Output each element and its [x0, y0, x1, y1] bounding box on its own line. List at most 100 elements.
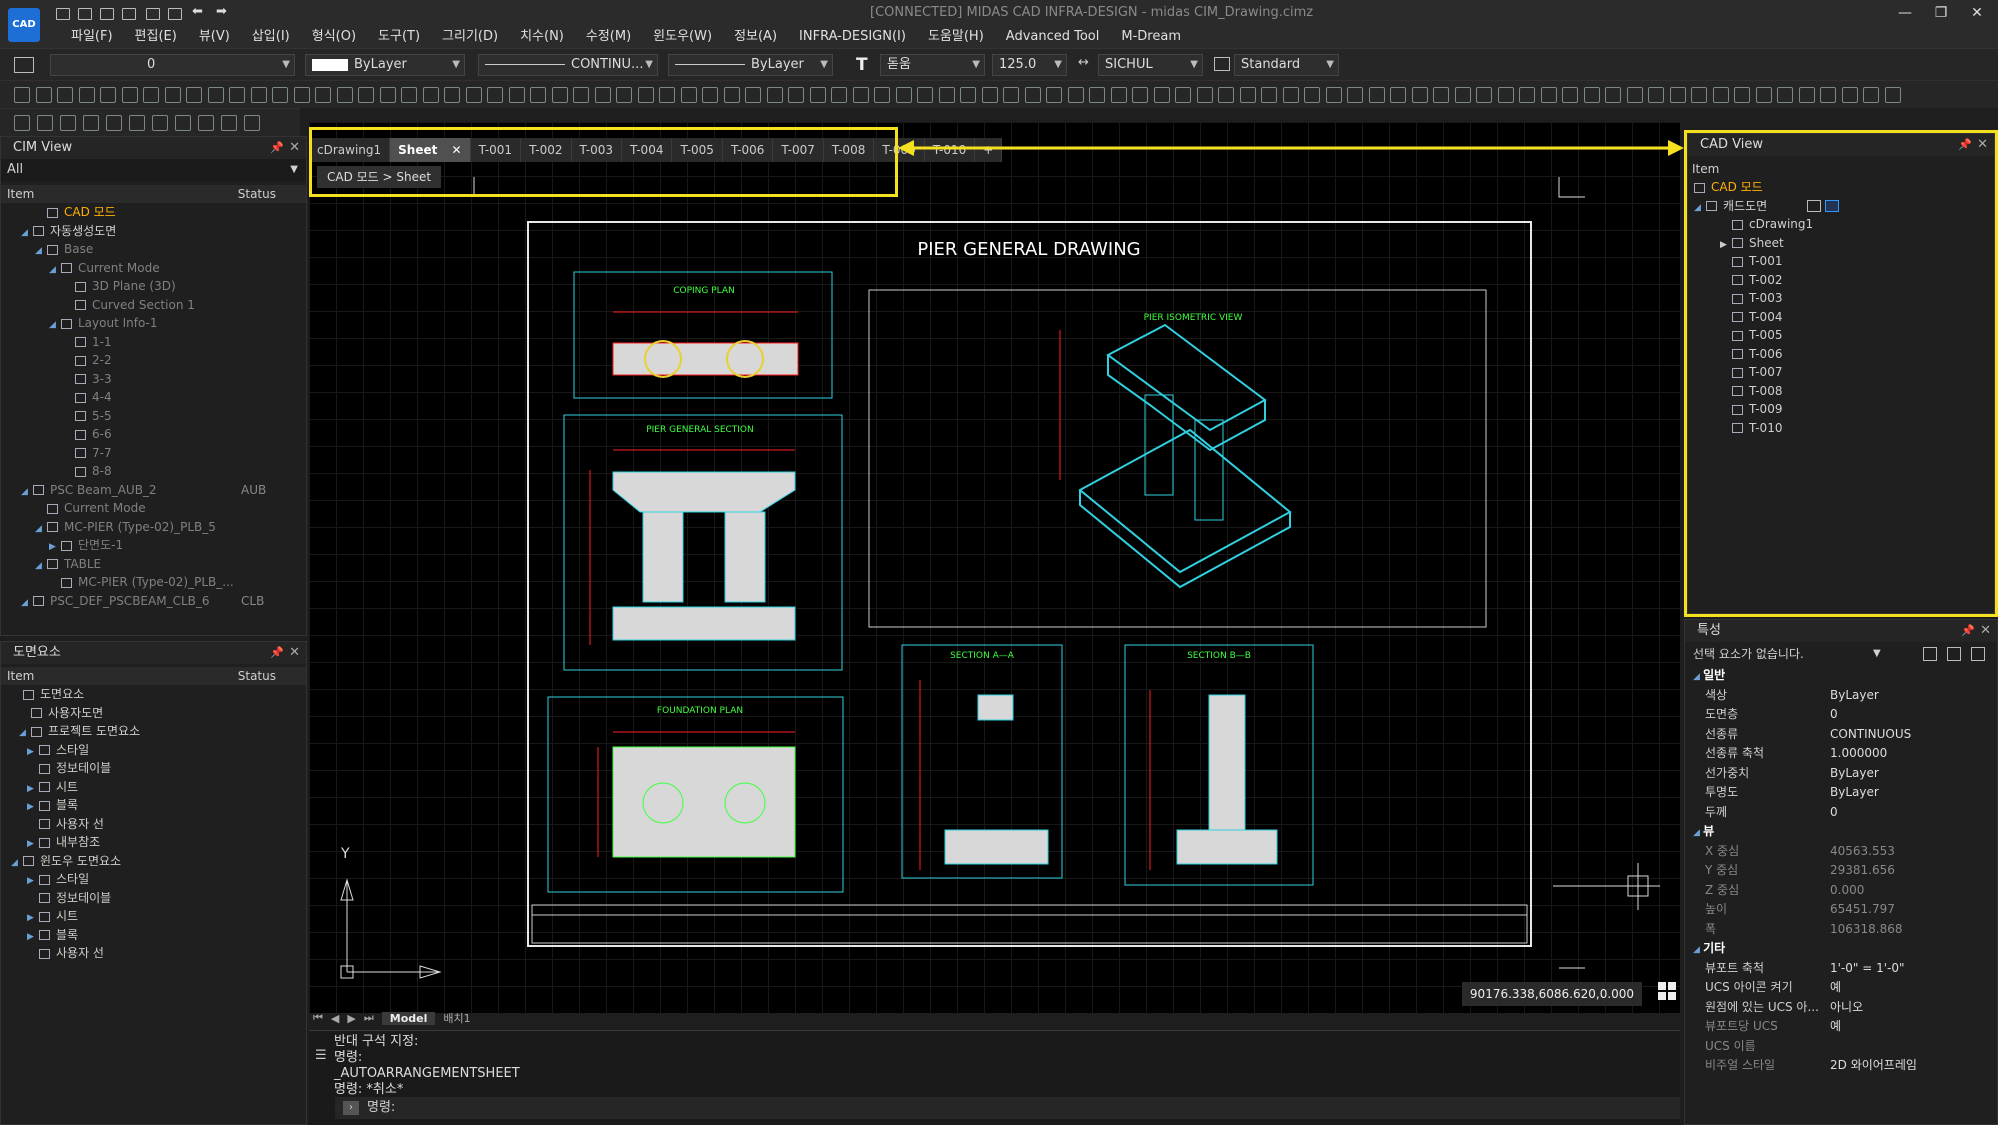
- toolbar-tool-icon[interactable]: [1368, 87, 1385, 103]
- menu-infra-design[interactable]: INFRA-DESIGN(I): [788, 26, 917, 48]
- tree-item[interactable]: T-008: [1688, 382, 1994, 401]
- prev-icon[interactable]: ◀: [331, 1012, 339, 1025]
- select-objects-icon[interactable]: [1947, 647, 1961, 661]
- close-icon[interactable]: ✕: [289, 137, 300, 159]
- toolbar-tool-icon[interactable]: [1476, 87, 1492, 103]
- tree-item[interactable]: T-006: [1688, 345, 1994, 364]
- menu-tools[interactable]: 도구(T): [367, 26, 431, 48]
- toolbar-tool-icon[interactable]: [37, 115, 53, 131]
- tab-model[interactable]: Model: [381, 1011, 436, 1025]
- property-row[interactable]: 원점에 있는 UCS 아... 아니오: [1685, 998, 1997, 1018]
- toolbar-tool-icon[interactable]: [831, 87, 847, 103]
- tree-item[interactable]: 정보테이블: [1, 759, 306, 778]
- toolbar-tool-icon[interactable]: [1669, 87, 1686, 103]
- table-style-combo[interactable]: Standard ▼: [1234, 54, 1339, 76]
- tree-item[interactable]: ◢ MC-PIER (Type-02)_PLB_5: [1, 518, 306, 537]
- toolbar-tool-icon[interactable]: [57, 87, 73, 103]
- command-menu-icon[interactable]: ☰: [315, 1048, 327, 1063]
- tree-item[interactable]: Current Mode: [1, 499, 306, 518]
- menu-insert[interactable]: 삽입(I): [241, 26, 301, 48]
- menu-advanced-tool[interactable]: Advanced Tool: [995, 26, 1111, 48]
- toolbar-tool-icon[interactable]: [121, 87, 138, 103]
- tree-item[interactable]: T-009: [1688, 400, 1994, 419]
- toolbar-tool-icon[interactable]: [702, 87, 718, 103]
- tree-item[interactable]: T-005: [1688, 326, 1994, 345]
- toolbar-tool-icon[interactable]: [379, 87, 396, 103]
- tree-item[interactable]: ◢ PSC Beam_AUB_2 AUB: [1, 481, 306, 500]
- toolbar-tool-icon[interactable]: [175, 115, 191, 131]
- tree-item-cad-mode[interactable]: CAD 모드: [1688, 178, 1994, 197]
- toolbar-tool-icon[interactable]: [106, 115, 122, 131]
- property-row[interactable]: X 중심 40563.553: [1685, 842, 1997, 862]
- toolbar-tool-icon[interactable]: [551, 87, 568, 103]
- property-section[interactable]: ◢ 뷰: [1685, 822, 1997, 842]
- toolbar-tool-icon[interactable]: [152, 115, 168, 131]
- pin-icon[interactable]: 📌: [270, 137, 284, 159]
- toolbar-tool-icon[interactable]: [1841, 87, 1858, 103]
- toolbar-tool-icon[interactable]: [1605, 87, 1621, 103]
- tree-item[interactable]: 7-7: [1, 444, 306, 463]
- property-row[interactable]: 선가중치 ByLayer: [1685, 764, 1997, 784]
- tree-item[interactable]: 6-6: [1, 425, 306, 444]
- print-icon[interactable]: [146, 8, 160, 20]
- toolbar-tool-icon[interactable]: [444, 87, 460, 103]
- view-mode-icon[interactable]: [1807, 200, 1822, 212]
- tab-layout1[interactable]: 배치1: [443, 1010, 470, 1026]
- tree-item[interactable]: ▶ 내부참조: [1, 833, 306, 852]
- tree-item[interactable]: 4-4: [1, 388, 306, 407]
- toolbar-tool-icon[interactable]: [637, 87, 654, 103]
- toolbar-tool-icon[interactable]: [1648, 87, 1664, 103]
- toolbar-tool-icon[interactable]: [207, 87, 224, 103]
- toolbar-tool-icon[interactable]: [221, 115, 237, 131]
- redo-icon[interactable]: ➡: [216, 4, 227, 19]
- layers-icon[interactable]: [14, 57, 34, 73]
- toolbar-tool-icon[interactable]: [1734, 87, 1750, 103]
- pin-icon[interactable]: 📌: [1961, 620, 1975, 642]
- tree-item[interactable]: ◢ Base: [1, 240, 306, 259]
- toolbar-tool-icon[interactable]: [1196, 87, 1213, 103]
- tree-item-cad-drawing[interactable]: ◢ 캐드도면: [1688, 197, 1994, 216]
- tree-item[interactable]: 도면요소: [1, 685, 306, 704]
- first-icon[interactable]: ⏮: [313, 1011, 323, 1025]
- toolbar-tool-icon[interactable]: [766, 87, 783, 103]
- tree-item[interactable]: ▶ 단면도-1: [1, 536, 306, 555]
- menu-dimension[interactable]: 치수(N): [509, 26, 575, 48]
- close-icon[interactable]: ✕: [1980, 620, 1991, 642]
- tree-item[interactable]: 3D Plane (3D): [1, 277, 306, 296]
- view-mode-active-icon[interactable]: [1825, 200, 1840, 212]
- property-row[interactable]: 선종류 CONTINUOUS: [1685, 725, 1997, 745]
- toolbar-tool-icon[interactable]: [1626, 87, 1643, 103]
- toolbar-tool-icon[interactable]: [1798, 87, 1815, 103]
- tree-item[interactable]: T-001: [1688, 252, 1994, 271]
- property-row[interactable]: 뷰포트 축척 1'-0" = 1'-0": [1685, 959, 1997, 979]
- property-row[interactable]: 두께 0: [1685, 803, 1997, 823]
- toolbar-tool-icon[interactable]: [852, 87, 869, 103]
- tree-item[interactable]: 3-3: [1, 370, 306, 389]
- menu-edit[interactable]: 편집(E): [124, 26, 188, 48]
- toolbar-tool-icon[interactable]: [745, 87, 761, 103]
- tree-item[interactable]: ◢ 자동생성도면: [1, 222, 306, 241]
- tree-item[interactable]: ▶ 시트: [1, 907, 306, 926]
- toolbar-tool-icon[interactable]: [1583, 87, 1600, 103]
- toolbar-tool-icon[interactable]: [244, 115, 260, 131]
- toolbar-tool-icon[interactable]: [1411, 87, 1428, 103]
- tree-item[interactable]: 사용자도면: [1, 704, 306, 723]
- close-icon[interactable]: ✕: [289, 642, 300, 664]
- drawing-viewport[interactable]: PIER GENERAL DRAWING COPING PLAN PIER GE…: [309, 122, 1680, 1013]
- toolbar-tool-icon[interactable]: [1863, 87, 1879, 103]
- selection-combo[interactable]: 선택 요소가 없습니다. ▼: [1685, 642, 1997, 666]
- property-row[interactable]: 투명도 ByLayer: [1685, 783, 1997, 803]
- tree-item[interactable]: Curved Section 1: [1, 296, 306, 315]
- toolbar-tool-icon[interactable]: [1067, 87, 1084, 103]
- tree-item[interactable]: ◢ Current Mode: [1, 259, 306, 278]
- toolbar-tool-icon[interactable]: [1777, 87, 1793, 103]
- toolbar-tool-icon[interactable]: [487, 87, 503, 103]
- toolbar-tool-icon[interactable]: [315, 87, 331, 103]
- toolbar-tool-icon[interactable]: [573, 87, 589, 103]
- toolbar-tool-icon[interactable]: [250, 87, 267, 103]
- toolbar-tool-icon[interactable]: [1175, 87, 1191, 103]
- toolbar-tool-icon[interactable]: [1691, 87, 1707, 103]
- property-row[interactable]: 비주얼 스타일 2D 와이어프레임: [1685, 1056, 1997, 1076]
- new-file-icon[interactable]: [56, 8, 70, 20]
- property-row[interactable]: 높이 65451.797: [1685, 900, 1997, 920]
